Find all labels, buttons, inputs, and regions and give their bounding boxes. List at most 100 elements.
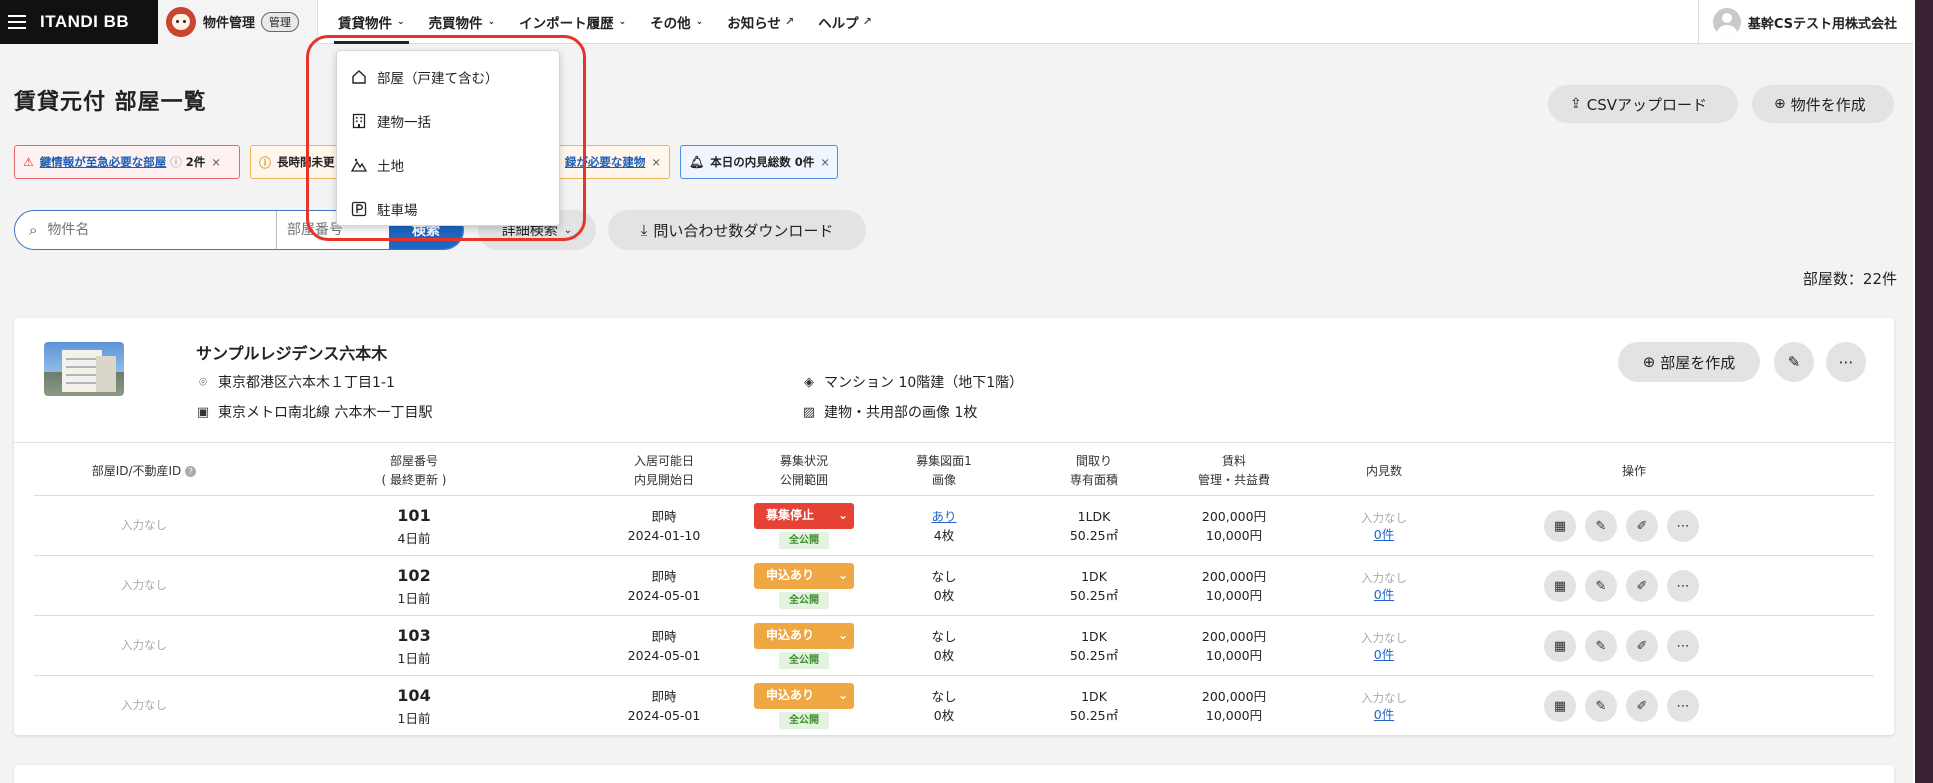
app-switcher[interactable]: 物件管理 管理 — [158, 0, 319, 44]
room-number[interactable]: 104 — [397, 684, 430, 709]
viewing-note: 入力なし — [1361, 511, 1407, 526]
csv-upload-label: CSVアップロード — [1586, 95, 1707, 114]
calendar-check-icon[interactable]: ▦ — [1544, 570, 1576, 602]
cell-layout: 1DK 50.25㎡ — [1034, 556, 1154, 616]
viewing-note: 入力なし — [1361, 691, 1407, 706]
hamburger-menu-icon[interactable] — [8, 14, 26, 29]
column-header: 入居可能日 内見開始日 — [604, 446, 724, 496]
mascot-icon — [166, 6, 196, 37]
brand-block: ITANDI BB — [0, 0, 158, 44]
cell-drawing: なし 0枚 — [884, 556, 1004, 616]
menu-item-parking[interactable]: 駐車場 — [337, 187, 559, 231]
nav-item-label: インポート履歴 — [519, 15, 614, 32]
close-icon[interactable]: × — [211, 155, 221, 169]
viewing-start-date: 2024-05-01 — [627, 588, 701, 603]
user-company-name: 基幹CSテスト用株式会社 — [1747, 16, 1897, 32]
edit-note-icon[interactable]: ✐ — [1626, 510, 1658, 542]
menu-item-building-bulk[interactable]: 建物一括 — [337, 99, 559, 143]
cell-dates: 即時 2024-01-10 — [604, 496, 724, 556]
status-select[interactable]: 申込あり ⌄ — [754, 622, 854, 649]
row-actions: ▦ ✎ ✐ ⋯ — [1544, 690, 1708, 722]
rent: 200,000円 — [1201, 688, 1267, 704]
train-icon: ▣ — [196, 404, 210, 420]
status-select[interactable]: 申込あり ⌄ — [754, 682, 854, 709]
nav-item-import-history[interactable]: インポート履歴 ⌄ — [507, 0, 638, 44]
menu-item-room[interactable]: 部屋（戸建て含む） — [337, 55, 559, 99]
area: 50.25㎡ — [1069, 708, 1119, 723]
viewing-note: 入力なし — [1361, 631, 1407, 646]
viewing-count-link[interactable]: 0件 — [1374, 708, 1394, 722]
viewing-count-link[interactable]: 0件 — [1374, 588, 1394, 602]
drawing-link[interactable]: あり — [931, 507, 956, 526]
cell-room-number: 101 4日前 — [354, 496, 474, 556]
chevron-down-icon: ⌄ — [618, 16, 627, 27]
edit-icon[interactable]: ✎ — [1585, 690, 1617, 722]
room-number[interactable]: 103 — [397, 624, 430, 649]
external-link-icon: ↗ — [784, 15, 795, 28]
more-horizontal-icon[interactable]: ⋯ — [1667, 570, 1699, 602]
edit-property-button[interactable]: ✎ — [1774, 342, 1814, 382]
header-fee: 管理・共益費 — [1197, 473, 1270, 487]
viewing-count-link[interactable]: 0件 — [1374, 648, 1394, 662]
room-number[interactable]: 101 — [397, 504, 430, 529]
status-label: 募集停止 — [766, 508, 815, 523]
brand-logo[interactable]: ITANDI BB — [40, 12, 129, 32]
calendar-check-icon[interactable]: ▦ — [1544, 510, 1576, 542]
rent: 200,000円 — [1201, 628, 1267, 644]
table-row: 入力なし 102 1日前 即時 2024-05-01 申込あり ⌄ 全公開 なし… — [34, 556, 1874, 616]
csv-upload-button[interactable]: ⇪ CSVアップロード — [1548, 85, 1738, 123]
alert-key-info-link[interactable]: 鍵情報が至急必要な部屋 — [40, 154, 167, 170]
header-actions: 操作 — [1621, 463, 1646, 478]
close-icon[interactable]: × — [651, 155, 661, 169]
header-move-in-date: 入居可能日 — [633, 454, 694, 469]
status-select[interactable]: 募集停止 ⌄ — [754, 502, 854, 529]
viewing-count-link[interactable]: 0件 — [1374, 528, 1394, 542]
room-number[interactable]: 102 — [397, 564, 430, 589]
nav-item-other[interactable]: その他 ⌄ — [638, 0, 715, 44]
chevron-down-icon: ⌄ — [487, 16, 496, 27]
viewing-start-date: 2024-05-01 — [627, 708, 701, 723]
image-count: 0枚 — [933, 708, 955, 723]
edit-icon[interactable]: ✎ — [1585, 510, 1617, 542]
room-id: 入力なし — [121, 518, 167, 533]
nav-item-news[interactable]: お知らせ ↗ — [715, 0, 806, 44]
menu-item-land[interactable]: 土地 — [337, 143, 559, 187]
edit-note-icon[interactable]: ✐ — [1626, 690, 1658, 722]
inquiry-download-button[interactable]: ⤓ 問い合わせ数ダウンロード — [608, 210, 866, 250]
avatar — [1712, 8, 1741, 36]
cell-layout: 1DK 50.25㎡ — [1034, 676, 1154, 736]
user-menu[interactable]: 基幹CSテスト用株式会社 — [1697, 0, 1915, 44]
status-select[interactable]: 申込あり ⌄ — [754, 562, 854, 589]
create-room-button[interactable]: ⊕ 部屋を作成 — [1618, 342, 1760, 382]
edit-note-icon[interactable]: ✐ — [1626, 570, 1658, 602]
cell-viewings: 入力なし 0件 — [1324, 676, 1444, 736]
property-name[interactable]: サンプルレジデンス六本木 — [196, 340, 387, 364]
warning-icon: ⚠ — [23, 155, 34, 169]
more-horizontal-icon[interactable]: ⋯ — [1667, 630, 1699, 662]
menu-item-label: 駐車場 — [377, 203, 418, 219]
nav-item-help[interactable]: ヘルプ ↗ — [806, 0, 884, 44]
help-circle-icon[interactable]: ? — [185, 465, 197, 477]
edit-icon[interactable]: ✎ — [1585, 570, 1617, 602]
cell-dates: 即時 2024-05-01 — [604, 556, 724, 616]
calendar-check-icon[interactable]: ▦ — [1544, 690, 1576, 722]
station-text: 東京メトロ南北線 六本木一丁目駅 — [218, 405, 433, 421]
property-name-input[interactable] — [47, 222, 276, 238]
fee: 10,000円 — [1205, 648, 1263, 663]
property-thumbnail[interactable] — [44, 342, 124, 396]
nav-item-sale[interactable]: 売買物件 ⌄ — [417, 0, 508, 44]
close-icon[interactable]: × — [820, 155, 830, 169]
map-pin-icon: ⌾ — [199, 374, 207, 390]
layout: 1DK — [1081, 568, 1107, 584]
create-property-button[interactable]: ⊕ 物件を作成 — [1752, 85, 1894, 123]
nav-item-rental[interactable]: 賃貸物件 ⌄ — [326, 0, 417, 44]
more-horizontal-icon[interactable]: ⋯ — [1667, 690, 1699, 722]
more-horizontal-icon[interactable]: ⋯ — [1667, 510, 1699, 542]
help-circle-icon[interactable]: ⓘ — [170, 154, 182, 170]
edit-note-icon[interactable]: ✐ — [1626, 630, 1658, 662]
calendar-check-icon[interactable]: ▦ — [1544, 630, 1576, 662]
more-options-button[interactable]: ⋯ — [1826, 342, 1866, 382]
alert-building-link[interactable]: 録が必要な建物 — [565, 154, 646, 170]
edit-icon[interactable]: ✎ — [1585, 630, 1617, 662]
cell-status: 申込あり ⌄ 全公開 — [744, 676, 864, 736]
